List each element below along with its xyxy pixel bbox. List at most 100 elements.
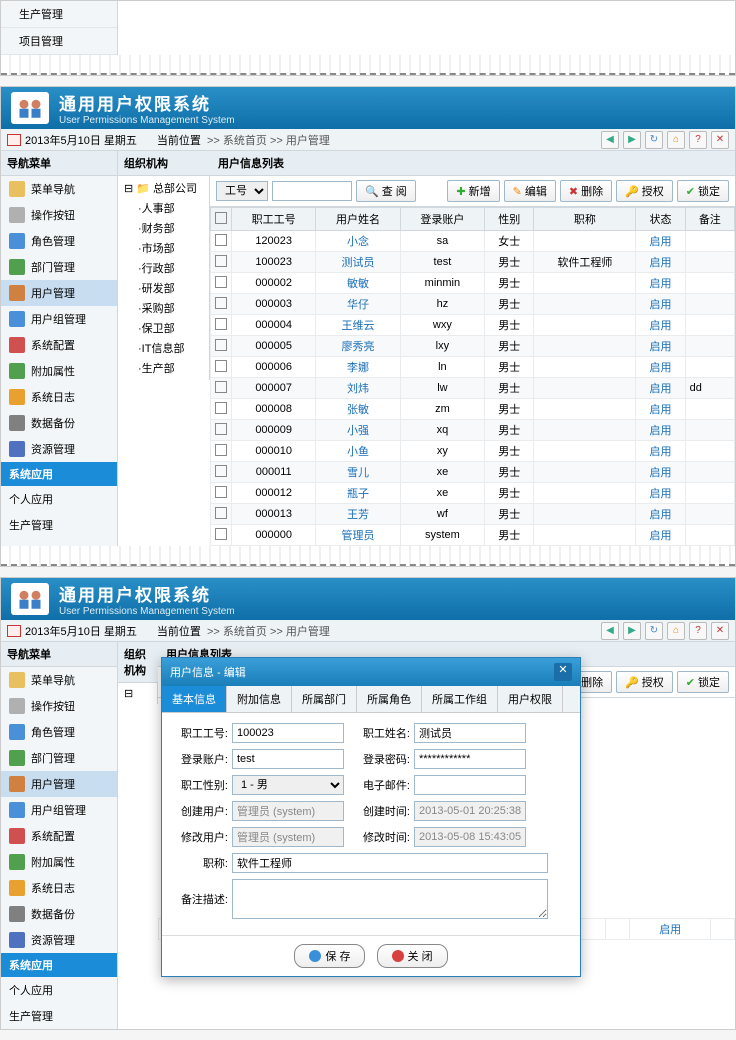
input-empid[interactable] — [232, 723, 344, 743]
sidebar-item[interactable]: 资源管理 — [1, 436, 117, 462]
sidebar-item[interactable]: 操作按钮 — [1, 693, 117, 719]
column-header[interactable]: 登录账户 — [400, 208, 484, 231]
input-title[interactable] — [232, 853, 548, 873]
sidebar-item[interactable]: 用户管理 — [1, 280, 117, 306]
sidebar-item[interactable]: 系统配置 — [1, 332, 117, 358]
row-checkbox[interactable] — [215, 276, 227, 288]
refresh-icon[interactable]: ↻ — [645, 131, 663, 149]
nav-back-icon[interactable]: ◀ — [601, 131, 619, 149]
modal-tab[interactable]: 所属角色 — [357, 686, 422, 712]
sidebar-item[interactable]: 部门管理 — [1, 254, 117, 280]
column-header[interactable] — [211, 208, 232, 231]
exit-icon[interactable]: ✕ — [711, 622, 729, 640]
row-checkbox[interactable] — [215, 465, 227, 477]
table-row[interactable]: 000003华仔hz男士 启用 — [211, 294, 735, 315]
table-row[interactable]: 000009小强xq男士 启用 — [211, 420, 735, 441]
modal-tab[interactable]: 附加信息 — [227, 686, 292, 712]
lock-button[interactable]: ✔ 锁定 — [677, 180, 729, 202]
table-row[interactable]: 000005廖秀亮lxy男士 启用 — [211, 336, 735, 357]
menu-group-system[interactable]: 系统应用 — [1, 953, 117, 977]
sidebar-item[interactable]: 角色管理 — [1, 228, 117, 254]
sidebar-item[interactable]: 系统配置 — [1, 823, 117, 849]
row-checkbox[interactable] — [215, 360, 227, 372]
table-row[interactable]: 000000管理员system男士 启用 — [211, 525, 735, 546]
row-checkbox[interactable] — [215, 507, 227, 519]
auth-button[interactable]: 🔑 授权 — [616, 180, 673, 202]
sidebar-item[interactable]: 角色管理 — [1, 719, 117, 745]
sidebar-item-production[interactable]: 生产管理 — [1, 512, 117, 538]
nav-fwd-icon[interactable]: ▶ — [623, 131, 641, 149]
sidebar-item[interactable]: 用户组管理 — [1, 797, 117, 823]
column-header[interactable]: 用户姓名 — [316, 208, 400, 231]
tree-root[interactable]: ⊟ — [120, 685, 155, 702]
sidebar-item-personal[interactable]: 个人应用 — [1, 486, 117, 512]
nav-fwd-icon[interactable]: ▶ — [623, 622, 641, 640]
search-field-select[interactable]: 工号 — [216, 181, 268, 201]
close-icon[interactable]: ✕ — [554, 663, 572, 681]
sidebar-item[interactable]: 生产管理 — [1, 1, 117, 28]
modal-tab[interactable]: 所属工作组 — [422, 686, 498, 712]
select-all-checkbox[interactable] — [215, 212, 227, 224]
sidebar-item[interactable]: 数据备份 — [1, 901, 117, 927]
column-header[interactable]: 性别 — [485, 208, 534, 231]
sidebar-item[interactable]: 数据备份 — [1, 410, 117, 436]
sidebar-item[interactable]: 系统日志 — [1, 384, 117, 410]
search-button[interactable]: 🔍 查 阅 — [356, 180, 416, 202]
sidebar-item[interactable]: 项目管理 — [1, 28, 117, 55]
help-icon[interactable]: ? — [689, 131, 707, 149]
row-checkbox[interactable] — [215, 255, 227, 267]
table-row[interactable]: 000011雪儿xe男士 启用 — [211, 462, 735, 483]
column-header[interactable]: 备注 — [685, 208, 734, 231]
delete-button[interactable]: ✖ 删除 — [560, 180, 612, 202]
row-checkbox[interactable] — [215, 444, 227, 456]
save-button[interactable]: 保 存 — [294, 944, 365, 968]
row-checkbox[interactable] — [215, 486, 227, 498]
menu-group-system[interactable]: 系统应用 — [1, 462, 117, 486]
row-checkbox[interactable] — [215, 339, 227, 351]
sidebar-item[interactable]: 部门管理 — [1, 745, 117, 771]
table-row[interactable]: 000012瓶子xe男士 启用 — [211, 483, 735, 504]
exit-icon[interactable]: ✕ — [711, 131, 729, 149]
table-row[interactable]: 000007刘炜lw男士 启用dd — [211, 378, 735, 399]
tree-node[interactable]: ·采购部 — [120, 298, 207, 318]
table-row[interactable]: 000002敏敏minmin男士 启用 — [211, 273, 735, 294]
sidebar-item[interactable]: 系统日志 — [1, 875, 117, 901]
textarea-remark[interactable] — [232, 879, 548, 919]
refresh-icon[interactable]: ↻ — [645, 622, 663, 640]
home-icon[interactable]: ⌂ — [667, 131, 685, 149]
sidebar-item[interactable]: 附加属性 — [1, 849, 117, 875]
tree-root[interactable]: ⊟ 📁 总部公司 — [120, 178, 207, 198]
sidebar-item[interactable]: 资源管理 — [1, 927, 117, 953]
lock-button[interactable]: ✔ 锁定 — [677, 671, 729, 693]
select-gender[interactable]: 1 - 男 — [232, 775, 344, 795]
search-input[interactable] — [272, 181, 352, 201]
modal-tab[interactable]: 基本信息 — [162, 686, 227, 712]
column-header[interactable]: 职称 — [534, 208, 636, 231]
table-row[interactable]: 120023小念sa女士 启用 — [211, 231, 735, 252]
modal-tab[interactable]: 用户权限 — [498, 686, 563, 712]
row-checkbox[interactable] — [215, 402, 227, 414]
tree-node[interactable]: ·生产部 — [120, 358, 207, 378]
edit-button[interactable]: ✎ 编辑 — [504, 180, 556, 202]
column-header[interactable]: 状态 — [636, 208, 685, 231]
sidebar-item[interactable]: 附加属性 — [1, 358, 117, 384]
row-checkbox[interactable] — [215, 318, 227, 330]
sidebar-item-personal[interactable]: 个人应用 — [1, 977, 117, 1003]
home-icon[interactable]: ⌂ — [667, 622, 685, 640]
tree-node[interactable]: ·财务部 — [120, 218, 207, 238]
sidebar-item[interactable]: 菜单导航 — [1, 176, 117, 202]
table-row[interactable]: 000008张敏zm男士 启用 — [211, 399, 735, 420]
sidebar-item[interactable]: 操作按钮 — [1, 202, 117, 228]
tree-node[interactable]: ·市场部 — [120, 238, 207, 258]
input-password[interactable] — [414, 749, 526, 769]
table-row[interactable]: 100023测试员test男士 软件工程师启用 — [211, 252, 735, 273]
table-row[interactable]: 000004王维云wxy男士 启用 — [211, 315, 735, 336]
close-button[interactable]: 关 闭 — [377, 944, 448, 968]
auth-button[interactable]: 🔑 授权 — [616, 671, 673, 693]
sidebar-item[interactable]: 用户管理 — [1, 771, 117, 797]
input-empname[interactable] — [414, 723, 526, 743]
table-row[interactable]: 000006李娜ln男士 启用 — [211, 357, 735, 378]
help-icon[interactable]: ? — [689, 622, 707, 640]
add-button[interactable]: ✚ 新增 — [447, 180, 499, 202]
tree-node[interactable]: ·行政部 — [120, 258, 207, 278]
